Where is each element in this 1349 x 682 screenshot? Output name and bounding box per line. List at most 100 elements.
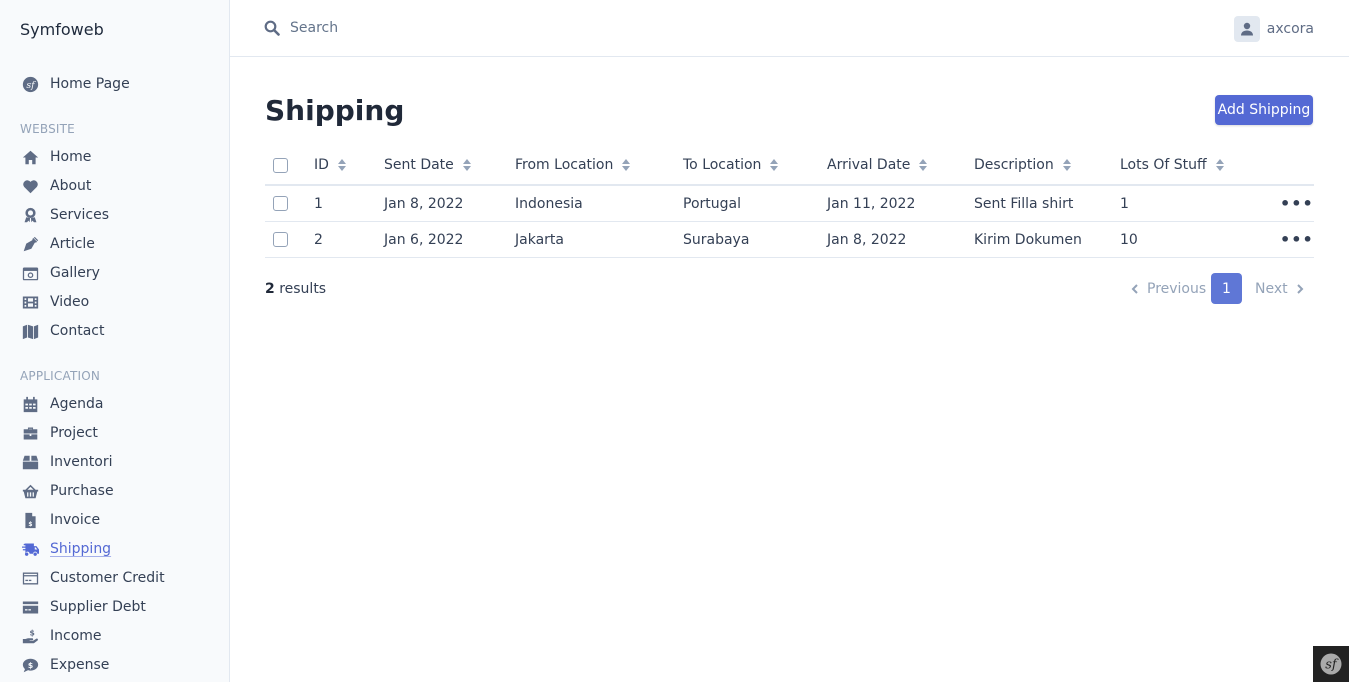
home-icon <box>20 148 40 166</box>
comment-dollar-icon: $ <box>20 656 40 674</box>
briefcase-icon <box>20 424 40 442</box>
brand-logo[interactable]: Symfoweb <box>20 20 104 39</box>
sidebar-item-about[interactable]: About <box>20 175 91 197</box>
sidebar-item-label: Video <box>50 294 90 310</box>
search-icon <box>264 20 280 36</box>
pagination-previous-label: Previous <box>1147 281 1207 297</box>
sidebar-item-label: Home <box>50 149 92 165</box>
column-header-arrival-date[interactable]: Arrival Date <box>827 146 928 184</box>
sidebar-item-label: Invoice <box>50 512 101 528</box>
column-header-description[interactable]: Description <box>974 146 1071 184</box>
sidebar-item-label: About <box>50 178 92 194</box>
sidebar-item-agenda[interactable]: Agenda <box>20 393 103 415</box>
sidebar-item-label: Agenda <box>50 396 104 412</box>
pagination-page-1[interactable]: 1 <box>1211 273 1242 304</box>
select-all-checkbox[interactable] <box>273 157 288 173</box>
film-icon <box>20 293 40 311</box>
add-shipping-button[interactable]: Add Shipping <box>1215 95 1313 125</box>
sidebar-item-supplier-debt[interactable]: Supplier Debt <box>20 596 146 618</box>
column-header-sent-date[interactable]: Sent Date <box>384 146 471 184</box>
sidebar-item-label: Customer Credit <box>50 570 165 586</box>
column-label: ID <box>314 157 329 173</box>
symfony-toolbar-toggle[interactable]: sf <box>1313 646 1349 682</box>
sidebar-item-label: Income <box>50 628 102 644</box>
sidebar-item-gallery[interactable]: Gallery <box>20 262 100 284</box>
column-label: Sent Date <box>384 157 454 173</box>
username: axcora <box>1266 21 1314 37</box>
row-actions-button[interactable]: ••• <box>1280 194 1314 213</box>
svg-text:$: $ <box>28 521 32 528</box>
sidebar-item-home-page[interactable]: sf Home Page <box>20 73 130 95</box>
sidebar-item-invoice[interactable]: $ Invoice <box>20 509 100 531</box>
sidebar-item-project[interactable]: Project <box>20 422 98 444</box>
shipping-fast-icon <box>20 540 40 558</box>
cell-sent-date: Jan 6, 2022 <box>384 231 464 248</box>
cell-lots-of-stuff: 10 <box>1120 231 1138 248</box>
sort-icon <box>462 159 471 171</box>
cell-sent-date: Jan 8, 2022 <box>384 195 464 212</box>
sort-icon <box>337 159 346 171</box>
column-header-from-location[interactable]: From Location <box>515 146 631 184</box>
sidebar-item-shipping[interactable]: Shipping <box>20 538 111 560</box>
results-label: results <box>274 281 327 297</box>
shopping-basket-icon <box>20 482 40 500</box>
column-label: Lots Of Stuff <box>1120 157 1207 173</box>
chevron-left-icon <box>1131 284 1138 294</box>
results-number: 2 <box>265 281 275 297</box>
topbar: axcora <box>230 0 1349 57</box>
calendar-icon <box>20 395 40 413</box>
pen-nib-icon <box>20 235 40 253</box>
column-header-lots-of-stuff[interactable]: Lots Of Stuff <box>1120 146 1224 184</box>
award-icon <box>20 206 40 224</box>
sidebar-item-label: Contact <box>50 323 105 339</box>
cell-description: Kirim Dokumen <box>974 231 1082 248</box>
avatar <box>1233 16 1260 42</box>
user-icon <box>1240 22 1253 36</box>
sidebar-item-services[interactable]: Services <box>20 204 109 226</box>
sidebar-item-label: Article <box>50 236 95 252</box>
hand-holding-usd-icon: $ <box>20 627 40 645</box>
pagination-next[interactable]: Next <box>1255 281 1304 297</box>
symfony-icon: sf <box>1320 653 1342 675</box>
sort-icon <box>622 159 631 171</box>
sidebar-item-expense[interactable]: $ Expense <box>20 654 109 676</box>
sidebar-item-label: Services <box>50 207 110 223</box>
row-checkbox[interactable] <box>273 196 288 211</box>
sidebar-item-income[interactable]: $ Income <box>20 625 102 647</box>
heart-icon <box>20 177 40 195</box>
pagination-next-label: Next <box>1255 281 1288 297</box>
results-count: 2 results <box>265 281 326 297</box>
sidebar-item-video[interactable]: Video <box>20 291 89 313</box>
search-input[interactable] <box>290 16 690 40</box>
sidebar-item-purchase[interactable]: Purchase <box>20 480 114 502</box>
sidebar-item-label: Shipping <box>50 541 112 557</box>
credit-card-solid-icon <box>20 598 40 616</box>
cell-lots-of-stuff: 1 <box>1120 195 1129 212</box>
column-header-id[interactable]: ID <box>314 146 346 184</box>
sidebar-item-home[interactable]: Home <box>20 146 91 168</box>
sort-icon <box>1215 159 1224 171</box>
shipping-table: ID Sent Date From Location To Location A… <box>265 146 1314 258</box>
file-invoice-dollar-icon: $ <box>20 511 40 529</box>
row-checkbox[interactable] <box>273 232 288 247</box>
user-menu[interactable]: axcora <box>1233 16 1314 42</box>
page-title: Shipping <box>265 94 405 127</box>
sidebar-item-inventori[interactable]: Inventori <box>20 451 112 473</box>
cell-to-location: Surabaya <box>683 231 750 248</box>
chevron-right-icon <box>1296 284 1304 294</box>
row-actions-button[interactable]: ••• <box>1280 230 1314 249</box>
sidebar-item-label: Purchase <box>50 483 114 499</box>
sidebar-item-label: Inventori <box>50 454 113 470</box>
pagination-previous[interactable]: Previous <box>1131 281 1206 297</box>
cell-from-location: Indonesia <box>515 195 583 212</box>
sidebar-item-contact[interactable]: Contact <box>20 320 104 342</box>
sidebar-item-label: Supplier Debt <box>50 599 146 615</box>
column-header-to-location[interactable]: To Location <box>683 146 779 184</box>
sort-icon <box>770 159 779 171</box>
sidebar-item-article[interactable]: Article <box>20 233 95 255</box>
section-label-website: WEBSITE <box>20 122 75 136</box>
sidebar-item-customer-credit[interactable]: Customer Credit <box>20 567 165 589</box>
cell-id: 2 <box>314 231 323 248</box>
column-label: From Location <box>515 157 614 173</box>
sidebar-item-label: Home Page <box>50 76 130 92</box>
